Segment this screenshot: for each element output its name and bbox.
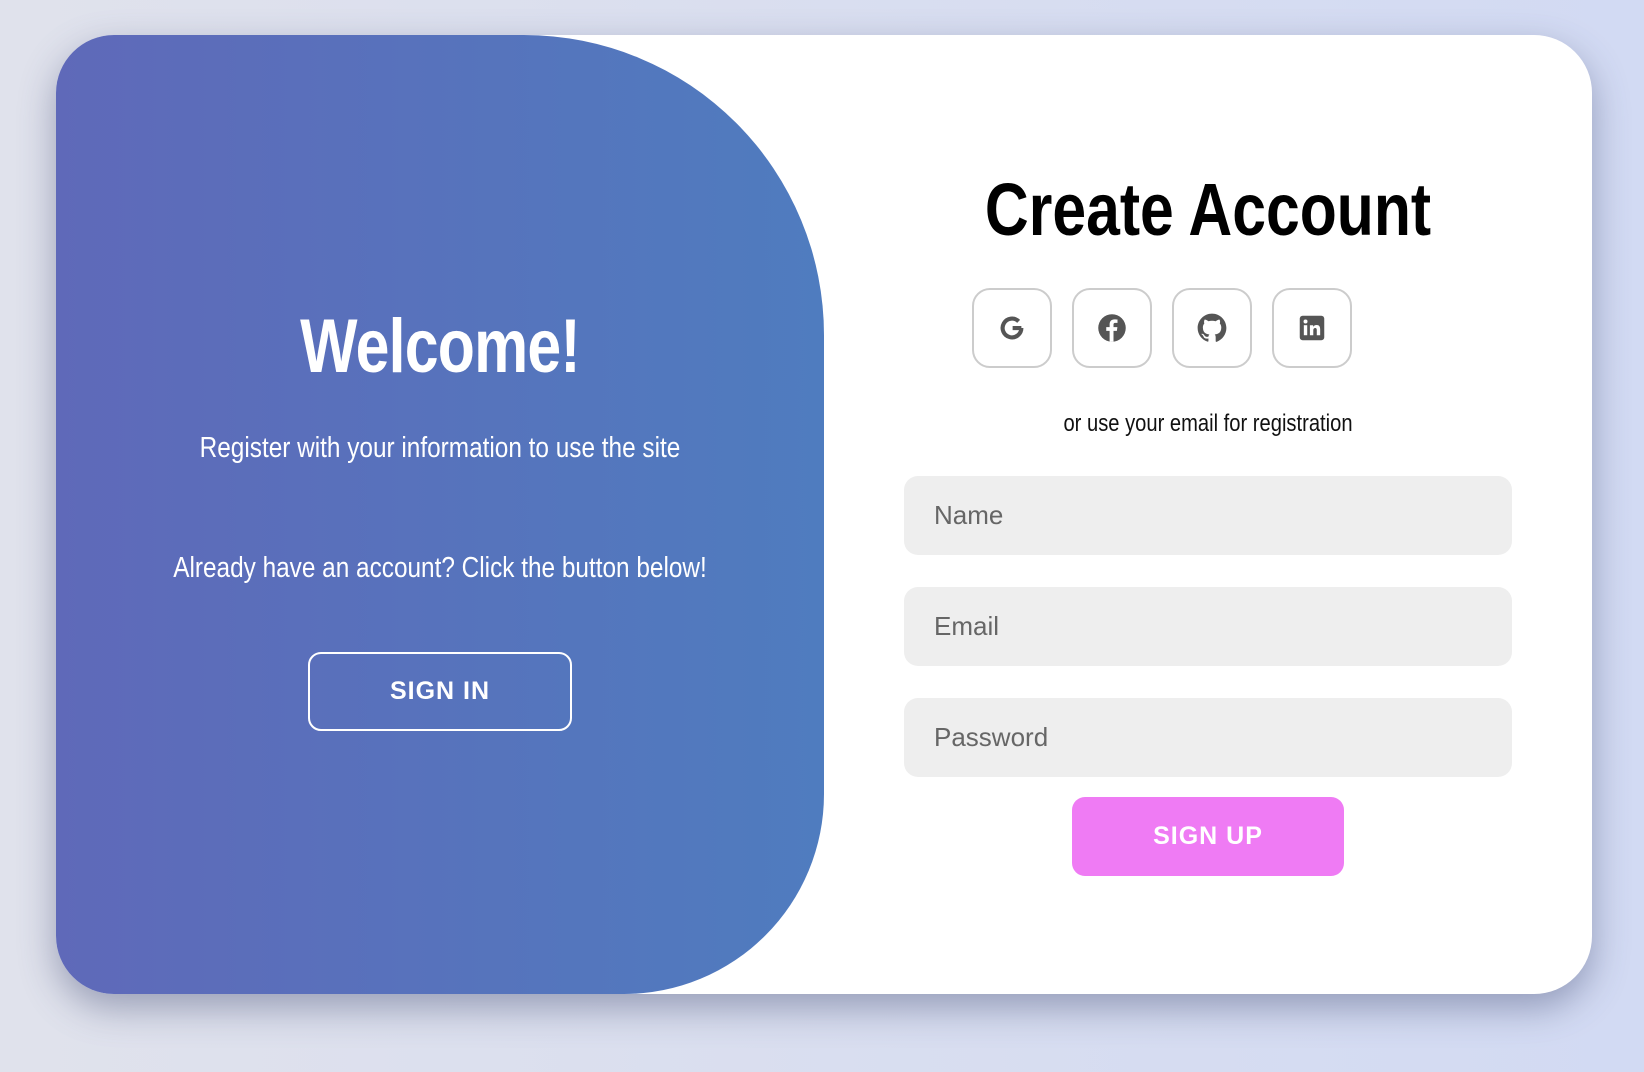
welcome-title: Welcome! [300, 304, 580, 389]
facebook-login-button[interactable] [1072, 288, 1152, 368]
sign-up-button[interactable]: SIGN UP [1072, 797, 1344, 876]
sign-in-button[interactable]: SIGN IN [308, 652, 572, 731]
welcome-panel: Welcome! Register with your information … [56, 35, 824, 994]
sign-in-prompt: Already have an account? Click the butto… [173, 552, 707, 584]
facebook-icon [1098, 314, 1126, 342]
name-field[interactable] [904, 476, 1512, 555]
linkedin-icon [1299, 315, 1325, 341]
welcome-subtitle: Register with your information to use th… [199, 432, 681, 464]
auth-card: Welcome! Register with your information … [56, 35, 1592, 994]
google-icon [1000, 316, 1024, 340]
linkedin-login-button[interactable] [1272, 288, 1352, 368]
google-login-button[interactable] [972, 288, 1052, 368]
github-login-button[interactable] [1172, 288, 1252, 368]
github-icon [1197, 313, 1227, 342]
registration-hint: or use your email for registration [1063, 410, 1353, 437]
email-field[interactable] [904, 587, 1512, 666]
password-field[interactable] [904, 698, 1512, 777]
form-title: Create Account [984, 168, 1432, 251]
